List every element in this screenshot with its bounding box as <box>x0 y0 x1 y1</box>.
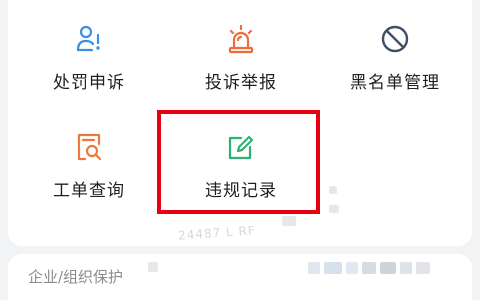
menu-item-complaint-report[interactable]: 投诉举报 <box>166 0 316 100</box>
redacted-block <box>416 262 430 274</box>
menu-item-label: 违规记录 <box>205 181 277 201</box>
redacted-block <box>148 262 158 272</box>
redacted-block <box>329 205 339 213</box>
redacted-block <box>308 262 320 274</box>
ban-icon <box>380 24 410 54</box>
menu-item-blacklist-management[interactable]: 黑名单管理 <box>320 0 470 100</box>
menu-item-label: 处罚申诉 <box>53 73 125 93</box>
doc-search-icon <box>74 132 104 162</box>
enterprise-protection-section[interactable]: 企业/组织保护 <box>8 254 472 300</box>
redacted-block <box>329 186 337 194</box>
menu-item-label: 工单查询 <box>53 181 125 201</box>
redacted-block <box>362 262 376 274</box>
user-alert-icon <box>74 24 104 54</box>
redacted-block <box>346 262 358 274</box>
siren-icon <box>226 24 256 54</box>
menu-item-violation-records[interactable]: 违规记录 <box>166 108 316 208</box>
redacted-block <box>380 262 396 274</box>
redacted-block <box>282 216 296 226</box>
menu-item-penalty-appeal[interactable]: 处罚申诉 <box>14 0 164 100</box>
edit-note-icon <box>226 132 256 162</box>
menu-item-label: 投诉举报 <box>205 73 277 93</box>
redacted-block <box>400 262 412 274</box>
menu-item-ticket-query[interactable]: 工单查询 <box>14 108 164 208</box>
redacted-block <box>324 262 342 274</box>
section-title: 企业/组织保护 <box>28 268 124 286</box>
menu-item-label: 黑名单管理 <box>350 73 440 93</box>
